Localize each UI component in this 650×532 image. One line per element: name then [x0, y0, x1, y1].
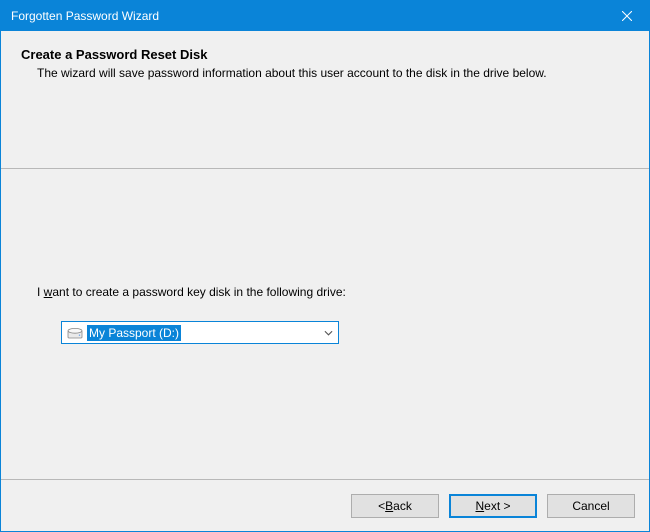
wizard-window: Forgotten Password Wizard Create a Passw…: [0, 0, 650, 532]
drive-icon: [65, 324, 85, 342]
page-title: Create a Password Reset Disk: [21, 47, 629, 62]
wizard-footer: < Back Next > Cancel: [1, 479, 649, 531]
back-button[interactable]: < Back: [351, 494, 439, 518]
close-icon: [622, 11, 632, 21]
chevron-down-icon: [318, 322, 338, 343]
page-description: The wizard will save password informatio…: [37, 65, 629, 81]
drive-selected-value: My Passport (D:): [87, 325, 181, 341]
wizard-body: I want to create a password key disk in …: [1, 169, 649, 479]
titlebar: Forgotten Password Wizard: [1, 1, 649, 31]
close-button[interactable]: [604, 1, 649, 31]
cancel-button[interactable]: Cancel: [547, 494, 635, 518]
drive-select-label: I want to create a password key disk in …: [37, 285, 346, 299]
next-button[interactable]: Next >: [449, 494, 537, 518]
window-title: Forgotten Password Wizard: [11, 9, 159, 23]
wizard-header: Create a Password Reset Disk The wizard …: [1, 31, 649, 169]
drive-select-combobox[interactable]: My Passport (D:): [61, 321, 339, 344]
